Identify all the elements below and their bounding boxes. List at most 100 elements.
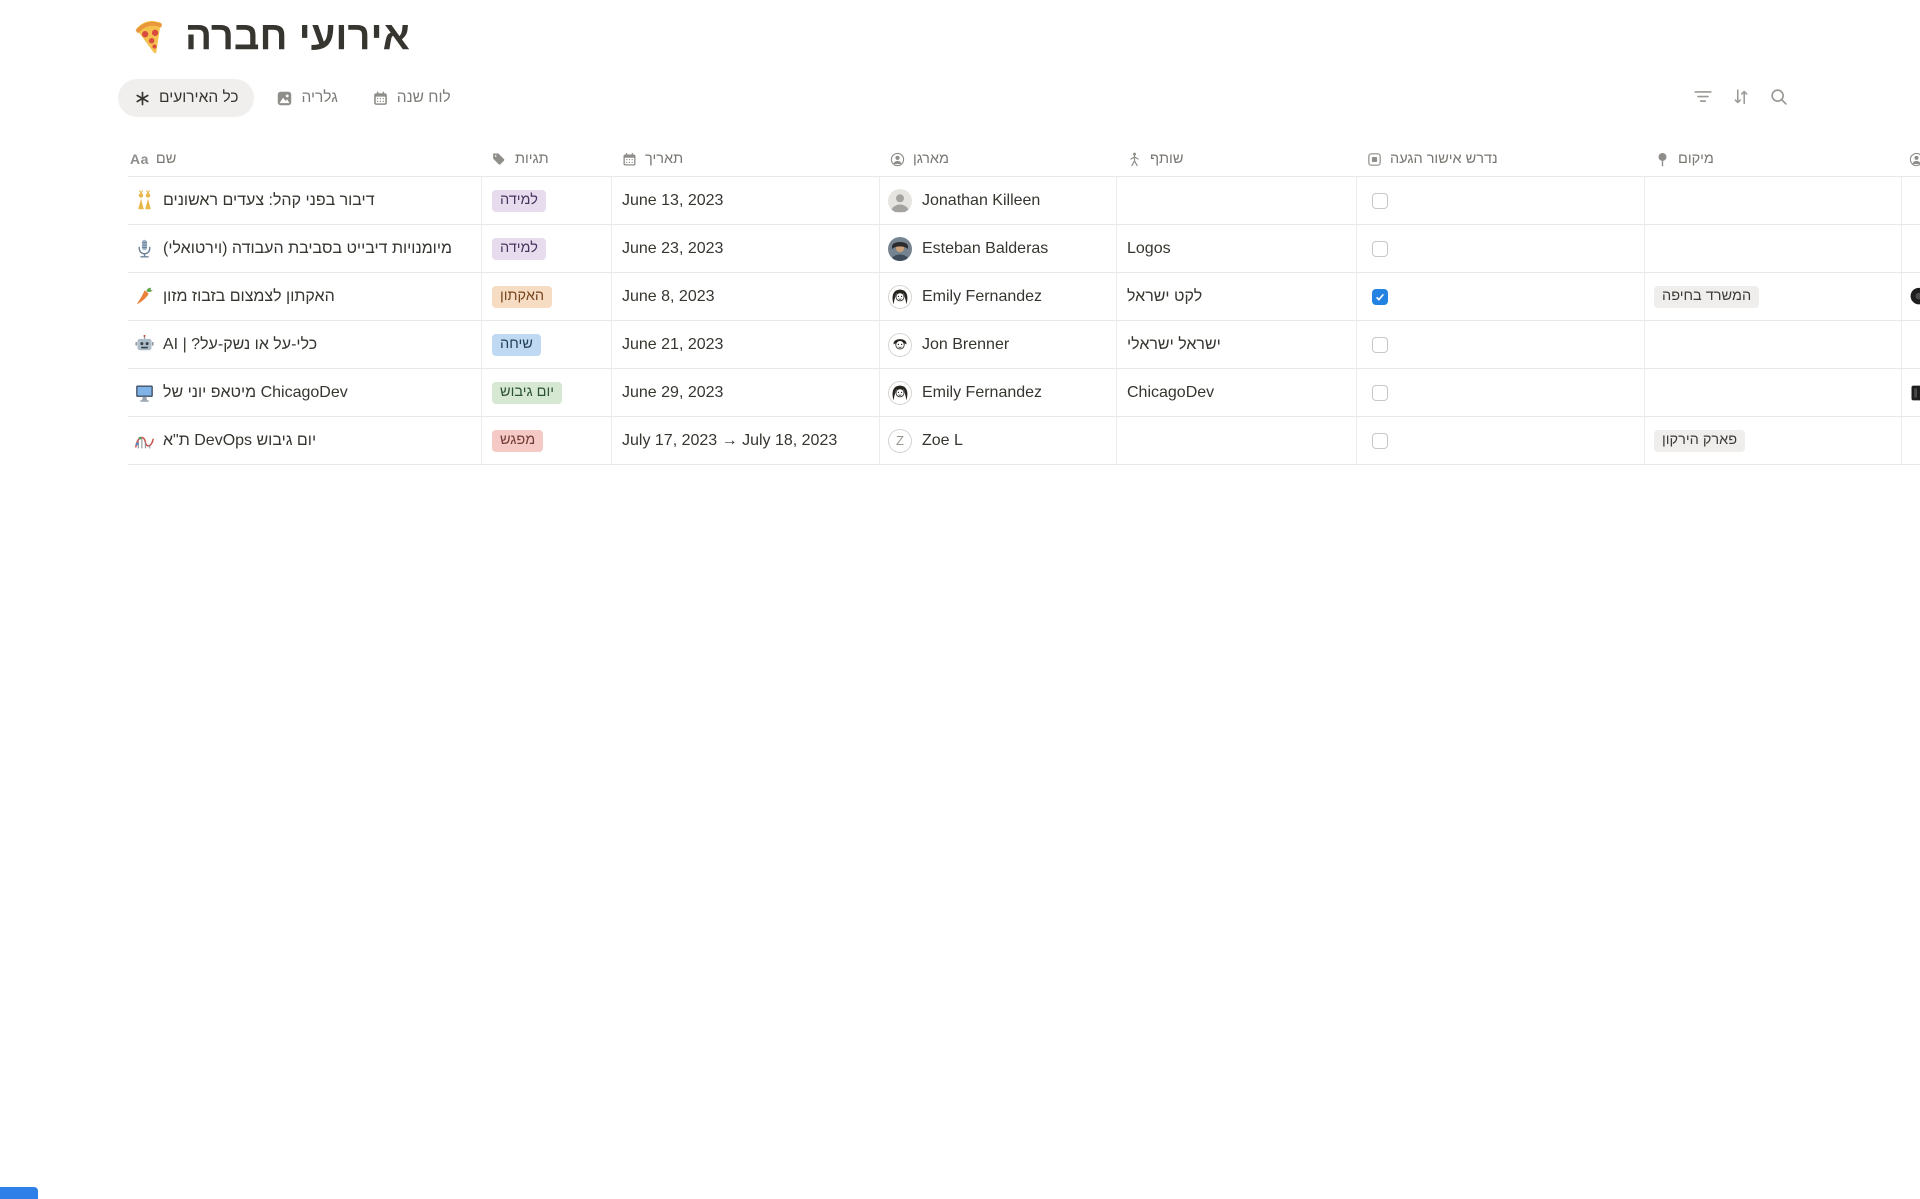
- organizer-cell[interactable]: Emily Fernandez: [880, 273, 1117, 320]
- person-name: Zoe L: [922, 432, 963, 450]
- avatar: [888, 237, 912, 261]
- view-tabs: כל האירועים גלריה לוח שנה: [118, 78, 463, 118]
- tag-chip: למידה: [492, 238, 546, 260]
- rsvp-checkbox[interactable]: [1372, 385, 1388, 401]
- rsvp-cell[interactable]: [1357, 177, 1645, 224]
- tab-gallery[interactable]: גלריה: [264, 79, 349, 117]
- tags-cell[interactable]: למידה: [482, 177, 612, 224]
- date-cell[interactable]: June 21, 2023: [612, 321, 880, 368]
- partner-cell[interactable]: ישראל ישראלי: [1117, 321, 1357, 368]
- person-icon-partial: [1908, 151, 1920, 168]
- bottom-sliver: [0, 1187, 38, 1199]
- tags-cell[interactable]: האקתון: [482, 273, 612, 320]
- person-name: Jonathan Killeen: [922, 192, 1040, 210]
- avatar: [888, 381, 912, 405]
- partner-cell[interactable]: ChicagoDev: [1117, 369, 1357, 416]
- name-cell[interactable]: דיבור בפני קהל: צעדים ראשונים: [128, 177, 482, 224]
- column-header-date[interactable]: תאריך: [612, 142, 880, 176]
- location-cell[interactable]: [1645, 321, 1902, 368]
- table-row[interactable]: דיבור בפני קהל: צעדים ראשונים למידה June…: [128, 177, 1920, 225]
- table-row[interactable]: יום גיבוש DevOps ת"א מפגש July 17, 2023 …: [128, 417, 1920, 465]
- calendar-icon: [621, 151, 638, 168]
- attachment-cell[interactable]: [1902, 417, 1920, 464]
- partner-cell[interactable]: Logos: [1117, 225, 1357, 272]
- date-cell[interactable]: July 17, 2023 → July 18, 2023: [612, 417, 880, 464]
- attachment-icon-partial: [1906, 382, 1920, 404]
- date-cell[interactable]: June 23, 2023: [612, 225, 880, 272]
- dancers-emoji: [134, 190, 155, 211]
- search-icon[interactable]: [1768, 86, 1790, 108]
- date-cell[interactable]: June 29, 2023: [612, 369, 880, 416]
- rsvp-cell[interactable]: [1357, 321, 1645, 368]
- roller-coaster-emoji: [134, 430, 155, 451]
- column-header-name[interactable]: Aa שם: [128, 142, 482, 176]
- column-header-partner[interactable]: שותף: [1117, 142, 1357, 176]
- table-row[interactable]: מיומנויות דיבייט בסביבת העבודה (וירטואלי…: [128, 225, 1920, 273]
- rsvp-cell[interactable]: [1357, 417, 1645, 464]
- desktop-computer-emoji: [134, 382, 155, 403]
- column-header-location[interactable]: מיקום: [1645, 142, 1902, 176]
- organizer-cell[interactable]: Emily Fernandez: [880, 369, 1117, 416]
- organizer-cell[interactable]: Z Zoe L: [880, 417, 1117, 464]
- column-header-partial[interactable]: [1902, 142, 1920, 176]
- name-cell[interactable]: יום גיבוש DevOps ת"א: [128, 417, 482, 464]
- person-standing-icon: [1126, 151, 1143, 168]
- page-title[interactable]: אירועי חברה: [185, 12, 410, 60]
- rsvp-checkbox[interactable]: [1372, 241, 1388, 257]
- rsvp-checkbox[interactable]: [1372, 337, 1388, 353]
- attachment-icon-partial: [1906, 286, 1920, 308]
- tags-cell[interactable]: מפגש: [482, 417, 612, 464]
- name-cell[interactable]: כלי-על או נשק-על? | AI: [128, 321, 482, 368]
- attachment-cell[interactable]: [1902, 369, 1920, 416]
- tag-chip: מפגש: [492, 430, 543, 452]
- location-cell[interactable]: המשרד בחיפה: [1645, 273, 1902, 320]
- organizer-cell[interactable]: Jon Brenner: [880, 321, 1117, 368]
- rsvp-checkbox[interactable]: [1372, 433, 1388, 449]
- column-header-tags[interactable]: תגיות: [482, 142, 612, 176]
- table-row[interactable]: כלי-על או נשק-על? | AI שיחה June 21, 202…: [128, 321, 1920, 369]
- location-cell[interactable]: [1645, 369, 1902, 416]
- partner-cell[interactable]: [1117, 417, 1357, 464]
- organizer-cell[interactable]: Jonathan Killeen: [880, 177, 1117, 224]
- event-title: דיבור בפני קהל: צעדים ראשונים: [163, 192, 375, 210]
- tags-cell[interactable]: יום גיבוש: [482, 369, 612, 416]
- tab-all-events[interactable]: כל האירועים: [118, 79, 254, 117]
- tab-calendar[interactable]: לוח שנה: [360, 79, 463, 117]
- partner-cell[interactable]: לקט ישראל: [1117, 273, 1357, 320]
- avatar-letter: Z: [896, 433, 904, 448]
- attachment-cell[interactable]: [1902, 273, 1920, 320]
- date-cell[interactable]: June 8, 2023: [612, 273, 880, 320]
- sort-icon[interactable]: [1730, 86, 1752, 108]
- organizer-cell[interactable]: Esteban Balderas: [880, 225, 1117, 272]
- rsvp-checkbox[interactable]: [1372, 289, 1388, 305]
- table-header: Aa שם תגיות: [128, 142, 1920, 177]
- person-name: Emily Fernandez: [922, 288, 1042, 306]
- rsvp-cell[interactable]: [1357, 273, 1645, 320]
- column-header-organizer[interactable]: מארגן: [880, 142, 1117, 176]
- table-row[interactable]: האקתון לצמצום בזבוז מזון האקתון June 8, …: [128, 273, 1920, 321]
- attachment-cell[interactable]: [1902, 225, 1920, 272]
- calendar-icon: [372, 90, 389, 107]
- table-row[interactable]: מיטאפ יוני של ChicagoDev יום גיבוש June …: [128, 369, 1920, 417]
- location-cell[interactable]: [1645, 225, 1902, 272]
- column-header-rsvp[interactable]: נדרש אישור הגעה: [1357, 142, 1645, 176]
- name-cell[interactable]: מיטאפ יוני של ChicagoDev: [128, 369, 482, 416]
- partner-cell[interactable]: [1117, 177, 1357, 224]
- rsvp-checkbox[interactable]: [1372, 193, 1388, 209]
- attachment-cell[interactable]: [1902, 177, 1920, 224]
- name-cell[interactable]: מיומנויות דיבייט בסביבת העבודה (וירטואלי…: [128, 225, 482, 272]
- filter-icon[interactable]: [1692, 86, 1714, 108]
- tags-cell[interactable]: למידה: [482, 225, 612, 272]
- location-cell[interactable]: פארק הירקון: [1645, 417, 1902, 464]
- location-cell[interactable]: [1645, 177, 1902, 224]
- event-title: מיומנויות דיבייט בסביבת העבודה (וירטואלי…: [163, 240, 452, 258]
- name-cell[interactable]: האקתון לצמצום בזבוז מזון: [128, 273, 482, 320]
- date-cell[interactable]: June 13, 2023: [612, 177, 880, 224]
- person-name: Emily Fernandez: [922, 384, 1042, 402]
- asterisk-icon: [134, 90, 151, 107]
- attachment-cell[interactable]: [1902, 321, 1920, 368]
- person-name: Esteban Balderas: [922, 240, 1048, 258]
- tags-cell[interactable]: שיחה: [482, 321, 612, 368]
- rsvp-cell[interactable]: [1357, 225, 1645, 272]
- rsvp-cell[interactable]: [1357, 369, 1645, 416]
